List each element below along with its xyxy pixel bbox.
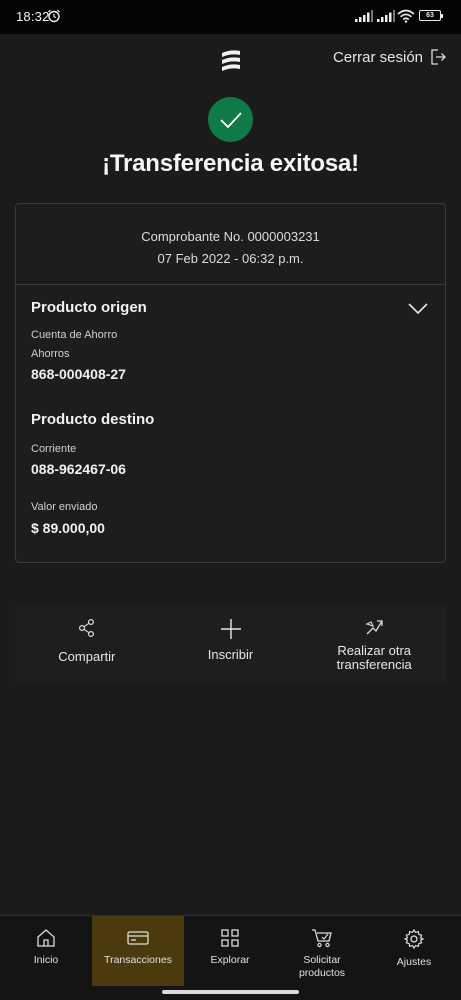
- another-transfer-button[interactable]: Realizar otra transferencia: [302, 605, 446, 685]
- share-button[interactable]: Compartir: [15, 605, 159, 685]
- destination-account-type: Corriente: [31, 443, 77, 455]
- grid-icon: [221, 929, 239, 947]
- wifi-icon: [397, 9, 415, 23]
- screen: 18:32 63 Cerrar sesión ¡Transferencia ex…: [0, 0, 461, 1000]
- amount-label: Valor enviado: [31, 501, 98, 513]
- register-label: Inscribir: [207, 647, 254, 662]
- actions-bar: Compartir Inscribir Realizar otra transf…: [15, 605, 446, 685]
- bottom-nav: Inicio Transacciones Explorar Solicitar …: [0, 915, 461, 1000]
- origin-title: Producto origen: [31, 299, 147, 316]
- home-indicator[interactable]: [162, 990, 299, 994]
- page-title: ¡Transferencia exitosa!: [102, 150, 359, 177]
- status-bar: 18:32 63: [0, 0, 461, 34]
- receipt-date: 07 Feb 2022 - 06:32 p.m.: [157, 251, 304, 266]
- chevron-down-icon[interactable]: [407, 302, 429, 316]
- nav-label-inicio: Inicio: [33, 954, 59, 966]
- bank-logo: [222, 50, 240, 71]
- nav-label-explorar: Explorar: [210, 954, 250, 966]
- origin-account-number: 868-000408-27: [31, 366, 126, 382]
- battery-indicator: 63: [419, 10, 443, 21]
- nav-label-solicitar-line2: productos: [298, 967, 346, 979]
- another-transfer-line2: transferencia: [336, 657, 412, 672]
- alarm-icon: [48, 9, 60, 23]
- transfer-icon: [365, 620, 383, 635]
- checkmark-icon: [219, 111, 242, 128]
- success-icon: [208, 97, 253, 142]
- nav-label-transacciones: Transacciones: [104, 954, 172, 966]
- receipt-header: Comprobante No. 0000003231 07 Feb 2022 -…: [16, 204, 445, 285]
- logout-label: Cerrar sesión: [332, 48, 423, 66]
- origin-account-kind: Ahorros: [31, 348, 70, 360]
- plus-icon: [220, 619, 241, 639]
- register-button[interactable]: Inscribir: [159, 605, 303, 685]
- status-time: 18:32: [16, 9, 50, 24]
- home-icon: [37, 929, 55, 947]
- cart-icon: [312, 929, 332, 948]
- nav-item-ajustes[interactable]: Ajustes: [368, 916, 460, 986]
- amount-value: $ 89.000,00: [31, 520, 105, 536]
- destination-account-number: 088-962467-06: [31, 461, 126, 477]
- signal-icon: [377, 10, 395, 22]
- nav-item-solicitar[interactable]: Solicitar productos: [276, 916, 368, 986]
- nav-label-solicitar: Solicitar productos: [299, 954, 345, 980]
- nav-item-transacciones[interactable]: Transacciones: [92, 916, 184, 986]
- share-icon: [78, 618, 94, 638]
- share-label: Compartir: [58, 649, 116, 664]
- transactions-icon: [127, 931, 149, 945]
- another-transfer-label: Realizar otra transferencia: [337, 644, 412, 672]
- destination-title: Producto destino: [31, 411, 155, 428]
- signal-icon: [355, 10, 373, 22]
- receipt-card: Comprobante No. 0000003231 07 Feb 2022 -…: [15, 203, 446, 563]
- receipt-number: Comprobante No. 0000003231: [141, 229, 320, 244]
- nav-item-inicio[interactable]: Inicio: [0, 916, 92, 986]
- nav-item-explorar[interactable]: Explorar: [184, 916, 276, 986]
- logout-icon: [431, 49, 446, 65]
- origin-account-type: Cuenta de Ahorro: [31, 329, 118, 341]
- nav-label-ajustes: Ajustes: [396, 956, 432, 968]
- another-transfer-line1: Realizar otra: [337, 643, 412, 658]
- gear-icon: [403, 928, 425, 950]
- logout-button[interactable]: Cerrar sesión: [333, 48, 447, 66]
- nav-label-solicitar-line1: Solicitar: [303, 954, 341, 966]
